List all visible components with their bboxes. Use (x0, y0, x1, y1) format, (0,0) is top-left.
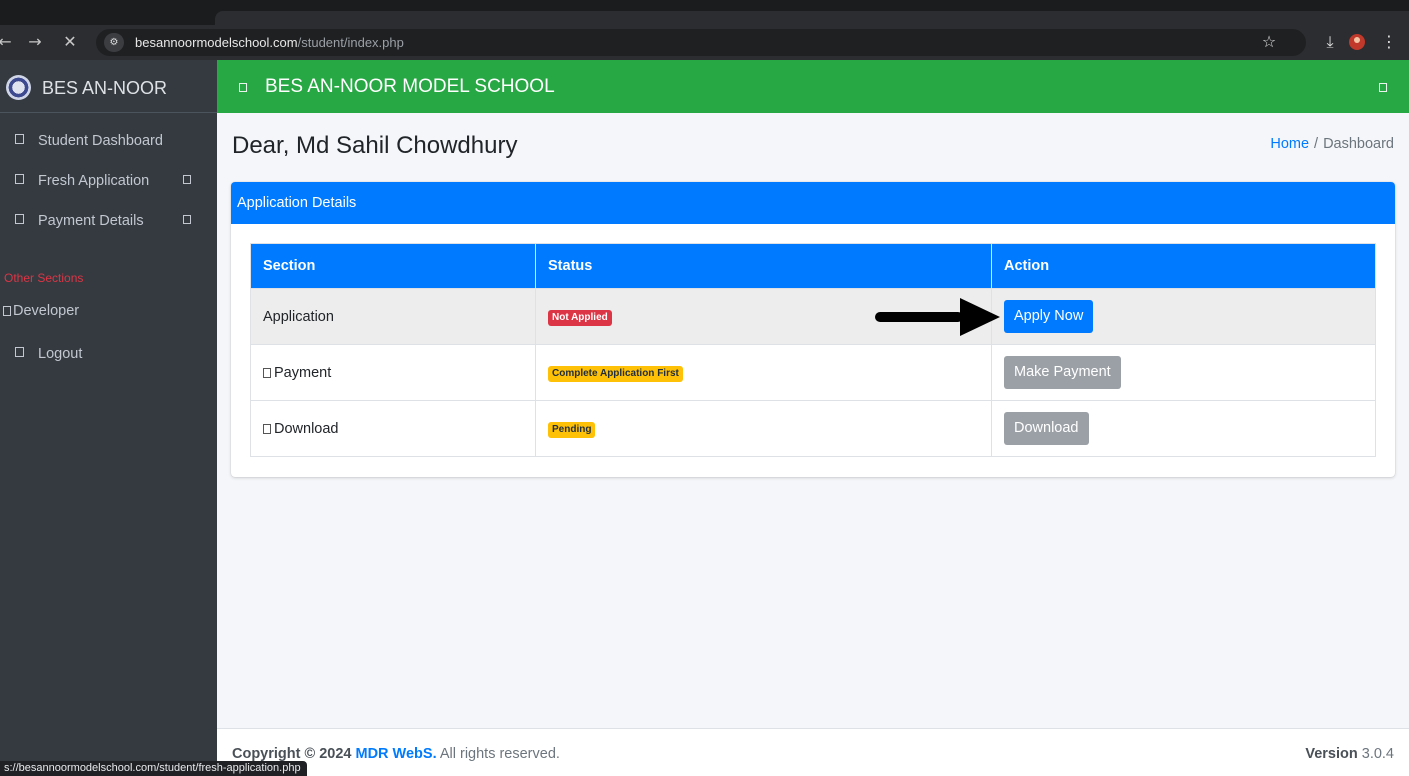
sidebar: BES AN-NOOR Student Dashboard Fresh Appl… (0, 60, 217, 776)
fullscreen-icon[interactable] (1379, 83, 1387, 92)
sidebar-section-header: Other Sections (4, 271, 84, 285)
site-settings-icon[interactable]: ⚙ (104, 33, 124, 52)
page-title: Dear, Md Sahil Chowdhury (232, 132, 518, 159)
status-cell: Complete Application First (535, 344, 992, 401)
star-icon[interactable]: ☆ (1258, 31, 1280, 53)
section-cell: Payment (250, 344, 536, 401)
application-icon (15, 174, 24, 184)
company-link[interactable]: MDR WebS. (356, 746, 437, 762)
action-cell: Download (991, 400, 1376, 457)
copyright-text: Copyright © 2024 MDR WebS. All rights re… (232, 746, 560, 762)
expand-icon (183, 175, 191, 184)
application-table: Section Status Action Application Not Ap… (250, 243, 1376, 457)
payment-icon (263, 367, 271, 378)
table-row: Application Not Applied Apply Now (250, 288, 1376, 345)
expand-icon (183, 215, 191, 224)
menu-toggle-icon[interactable] (239, 83, 247, 92)
browser-toolbar: ← → ✕ ⚙ besannoormodelschool.com/student… (0, 25, 1409, 60)
apply-now-button[interactable]: Apply Now (1004, 300, 1094, 333)
payment-icon (15, 214, 24, 224)
sidebar-item-label: Student Dashboard (38, 133, 163, 149)
sidebar-item-fresh-application[interactable]: Fresh Application (0, 163, 217, 199)
sidebar-item-student-dashboard[interactable]: Student Dashboard (0, 123, 217, 159)
sidebar-item-developer[interactable]: Developer (3, 303, 79, 319)
back-arrow-icon[interactable]: ← (0, 31, 16, 53)
table-row: Download Pending Download (250, 400, 1376, 457)
status-badge: Pending (548, 421, 596, 438)
breadcrumb-current: Dashboard (1323, 136, 1394, 152)
school-logo (6, 75, 31, 100)
brand-text: BES AN-NOOR (42, 78, 168, 98)
card-header: Application Details (231, 182, 1395, 224)
card-title: Application Details (237, 195, 357, 211)
top-navbar: BES AN-NOOR MODEL SCHOOL (217, 60, 1409, 113)
status-badge: Complete Application First (548, 365, 683, 382)
url-text: besannoormodelschool.com/student/index.p… (135, 35, 404, 50)
browser-tab-strip (0, 0, 1409, 25)
pointer-arrow-icon (875, 298, 1000, 336)
menu-icon[interactable]: ⋮ (1378, 31, 1400, 53)
sidebar-item-label: Logout (38, 346, 83, 362)
version-text: Version 3.0.4 (1305, 746, 1394, 762)
site-title: BES AN-NOOR MODEL SCHOOL (265, 76, 555, 97)
footer: Copyright © 2024 MDR WebS. All rights re… (217, 728, 1409, 776)
dashboard-icon (15, 134, 24, 144)
action-cell: Make Payment (991, 344, 1376, 401)
sidebar-item-logout[interactable]: Logout (0, 336, 217, 372)
sidebar-item-label: Fresh Application (38, 173, 150, 189)
download-button[interactable]: Download (1004, 412, 1089, 445)
section-cell: Application (250, 288, 536, 345)
sidebar-item-payment-details[interactable]: Payment Details (0, 203, 217, 239)
brand-link[interactable]: BES AN-NOOR (0, 60, 217, 113)
content-wrapper: Dear, Md Sahil Chowdhury Home / Dashboard … (217, 113, 1409, 728)
breadcrumb-home[interactable]: Home (1270, 136, 1309, 152)
application-details-card: Application Details Section Status Actio… (231, 182, 1395, 477)
address-bar[interactable]: ⚙ besannoormodelschool.com/student/index… (96, 29, 1306, 56)
forward-arrow-icon[interactable]: → (24, 31, 46, 53)
breadcrumb: Home / Dashboard (1270, 136, 1394, 152)
status-cell: Pending (535, 400, 992, 457)
close-icon[interactable]: ✕ (59, 31, 81, 53)
status-badge: Not Applied (548, 309, 612, 326)
section-cell: Download (250, 400, 536, 457)
action-cell: Apply Now (991, 288, 1376, 345)
make-payment-button[interactable]: Make Payment (1004, 356, 1121, 389)
developer-icon (3, 306, 11, 316)
link-hover-status: s://besannoormodelschool.com/student/fre… (0, 761, 307, 776)
browser-tab[interactable] (215, 11, 1409, 25)
logout-icon (15, 347, 24, 357)
sidebar-item-label: Payment Details (38, 213, 144, 229)
column-header-status: Status (535, 243, 992, 289)
table-row: Payment Complete Application First Make … (250, 344, 1376, 401)
column-header-section: Section (250, 243, 536, 289)
column-header-action: Action (991, 243, 1376, 289)
profile-icon[interactable] (1346, 31, 1368, 53)
download-icon (263, 423, 271, 434)
download-icon[interactable]: ⤓ (1319, 31, 1341, 53)
